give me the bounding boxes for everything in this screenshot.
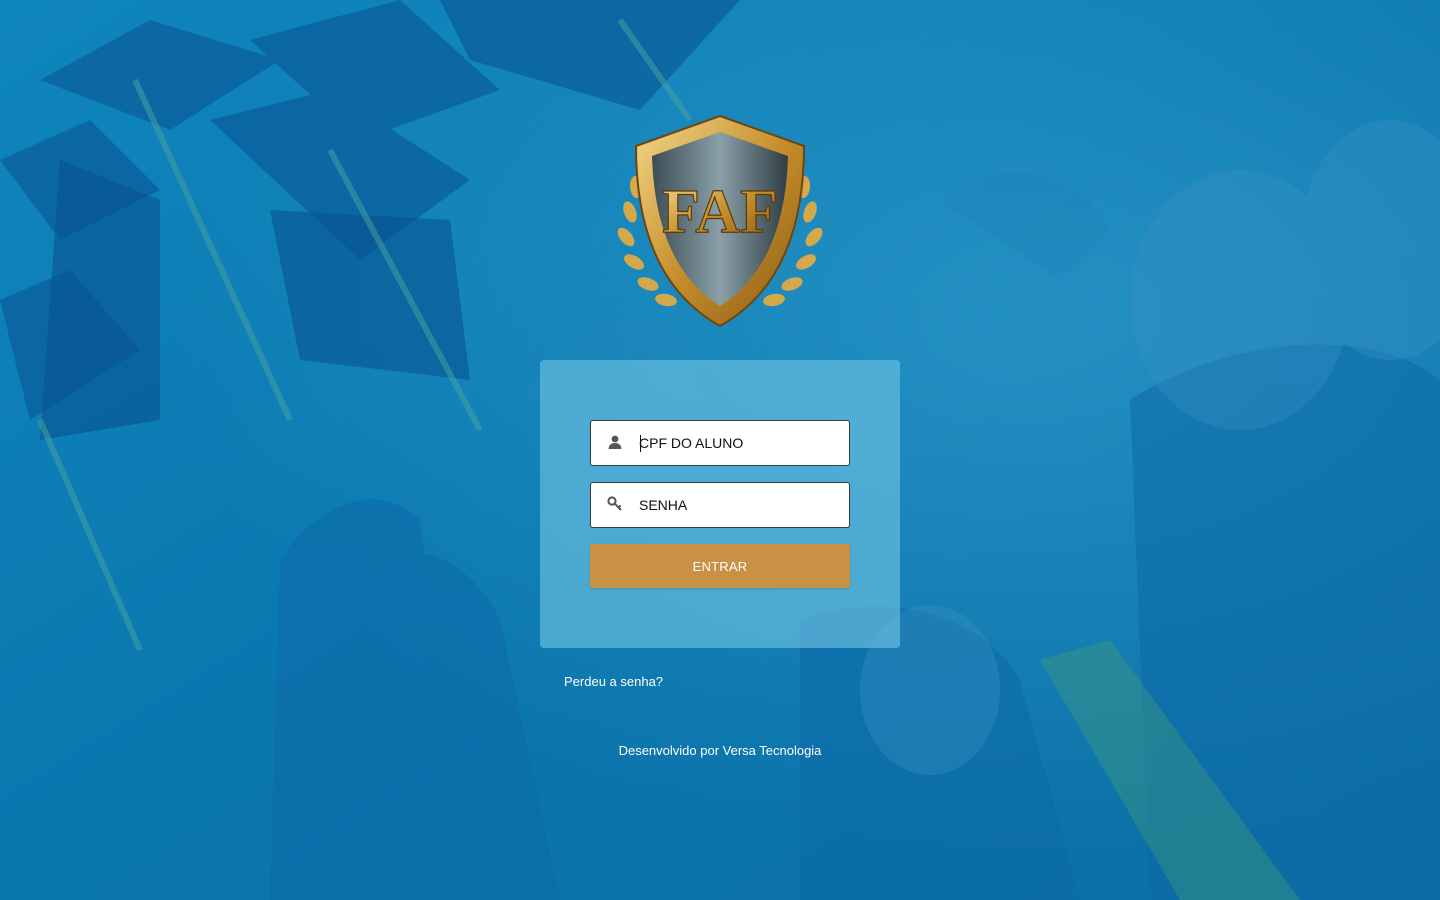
logo-text: FAF [662, 178, 778, 246]
lost-password-link[interactable]: Perdeu a senha? [564, 674, 663, 689]
cpf-input[interactable] [639, 421, 839, 465]
login-submit-button[interactable]: ENTRAR [590, 544, 850, 588]
login-page: FAF ENTRAR Perdeu a senha? Desenvolvido … [0, 0, 1440, 900]
login-card: ENTRAR [540, 360, 900, 648]
password-input[interactable] [639, 483, 839, 527]
key-icon [607, 496, 622, 511]
user-icon [608, 435, 622, 449]
faf-crest-logo: FAF [617, 114, 823, 328]
password-field[interactable] [590, 482, 850, 528]
cpf-field[interactable] [590, 420, 850, 466]
footer-credit: Desenvolvido por Versa Tecnologia [618, 743, 822, 758]
text-cursor [640, 435, 641, 452]
